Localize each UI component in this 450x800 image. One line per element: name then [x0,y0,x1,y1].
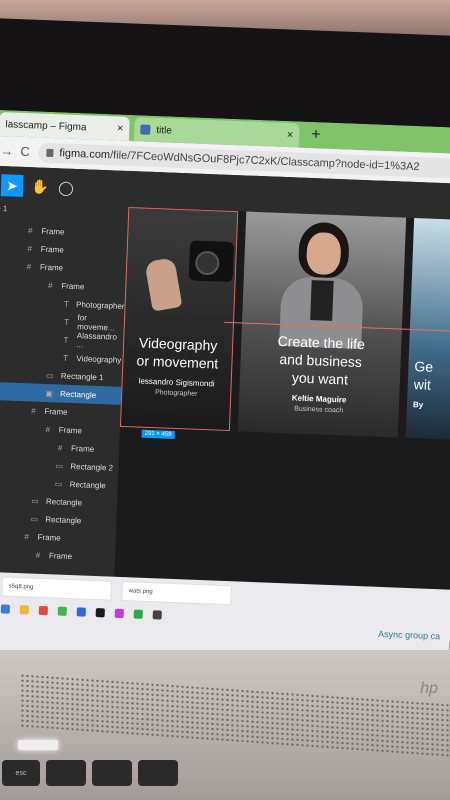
app-icon[interactable] [114,608,124,619]
app-icon[interactable] [95,608,105,618]
frame-icon: # [45,424,51,434]
text-layer-icon: T [64,317,70,327]
layer-label: Rectangle 1 [60,371,104,382]
status-light [18,740,58,750]
layer-label: Frame [61,280,85,291]
frame-icon: # [28,225,33,235]
layers-panel: e 1 # Frame # Frame # Frame # Frame T Photographe… [0,201,130,577]
keyboard-key [92,760,132,786]
text-layer-icon: T [63,335,69,345]
layer-label: Frame [37,532,61,543]
layer-label: for moveme... [77,313,115,333]
card-title-line1: Ge [414,358,434,375]
app-icon[interactable] [57,606,67,616]
layer-label: Rectangle [69,479,106,490]
frame-icon: # [27,243,33,253]
frame-icon: # [24,531,30,541]
card-title-line2: wit [413,376,432,393]
layer-label: Frame [58,424,83,435]
layer-label: Videography [76,353,122,365]
layer-label: Frame [39,262,64,273]
layer-item[interactable]: # Frame [0,544,115,567]
move-tool-icon[interactable]: ➤ [0,174,24,197]
card-create-life[interactable]: Create the life and business you want Ke… [237,211,407,438]
comment-tool-icon[interactable]: ◯ [55,176,78,199]
app-icon[interactable] [38,605,48,616]
keyboard-key [46,760,86,786]
brand-logo: hp [420,680,438,697]
rectangle-icon: ▭ [31,495,39,506]
layer-label: Frame [40,244,64,255]
selection-size-badge: 291 × 458 [141,429,175,439]
layer-label: Frame [41,226,65,237]
keyboard-key [138,760,178,786]
frame-icon: # [47,280,53,290]
tab-figma-label: lasscamp – Figma [5,118,87,133]
lock-icon [46,148,54,158]
hand-tool-icon[interactable]: ✋ [29,175,52,198]
tab-title-label: title [156,124,173,137]
design-canvas[interactable]: Videography or movement lessandro Sigism… [114,206,450,590]
url-host: figma.com [59,147,111,162]
rectangle-icon: ▭ [30,513,39,524]
layer-label: Photographer [75,299,125,311]
frame-icon: # [35,550,41,560]
new-tab-button[interactable]: + [311,126,321,144]
frame-icon: # [31,405,36,416]
download-item[interactable]: wats.png [121,581,232,606]
layer-label: Alassandro ... [76,331,118,350]
close-icon[interactable]: × [117,123,124,135]
camera-image [188,240,235,283]
download-label: wats.png [128,588,153,596]
download-item[interactable]: s5q8.png [1,576,113,601]
card-videography[interactable]: Videography or movement lessandro Sigism… [119,206,239,432]
rectangle-icon: ▭ [54,478,63,489]
windows-icon[interactable] [0,604,11,614]
page-label: e 1 [0,204,8,214]
layer-label: Rectangle 2 [70,461,114,473]
layer-label: Rectangle [45,514,82,525]
portrait-image [279,221,364,350]
text-layer-icon: T [63,299,69,309]
rectangle-icon: ▭ [45,370,54,380]
layer-label: Rectangle [45,496,83,507]
favicon-icon [140,124,151,135]
reload-icon[interactable]: C [20,144,30,159]
url-path: /file/7FCeoWdNsGOuF8Pjc7C2xK/Classcamp?n… [109,149,420,174]
text-layer-icon: T [62,353,69,363]
frame-icon: # [57,442,63,453]
notification-text: Async group ca [377,628,441,642]
esc-key: esc [2,760,40,786]
layer-label: Rectangle [59,389,97,400]
layer-label: Frame [70,443,95,454]
rectangle-icon: ▭ [55,460,64,471]
frame-icon: # [26,261,32,271]
taskbar-icons [0,604,220,628]
folder-icon[interactable] [19,605,30,615]
layer-label: Frame [48,550,73,561]
card-title-line2: or movement [136,352,219,372]
close-icon[interactable]: × [287,129,294,141]
download-label: s5q8.png [8,583,34,591]
layer-label: Frame [44,406,68,417]
app-icon[interactable] [76,607,86,617]
forward-icon[interactable]: → [0,143,14,158]
card-name: By [412,400,424,410]
app-icon[interactable] [133,609,143,619]
app-icon[interactable] [152,610,162,620]
hand-image [144,257,183,312]
screen: lasscamp – Figma × title × + → C figma.c… [0,110,450,668]
card-role: Photographer [154,389,198,398]
card-name: lessandro Sigismondi [138,376,215,389]
rectangle-icon: ▣ [45,388,54,398]
